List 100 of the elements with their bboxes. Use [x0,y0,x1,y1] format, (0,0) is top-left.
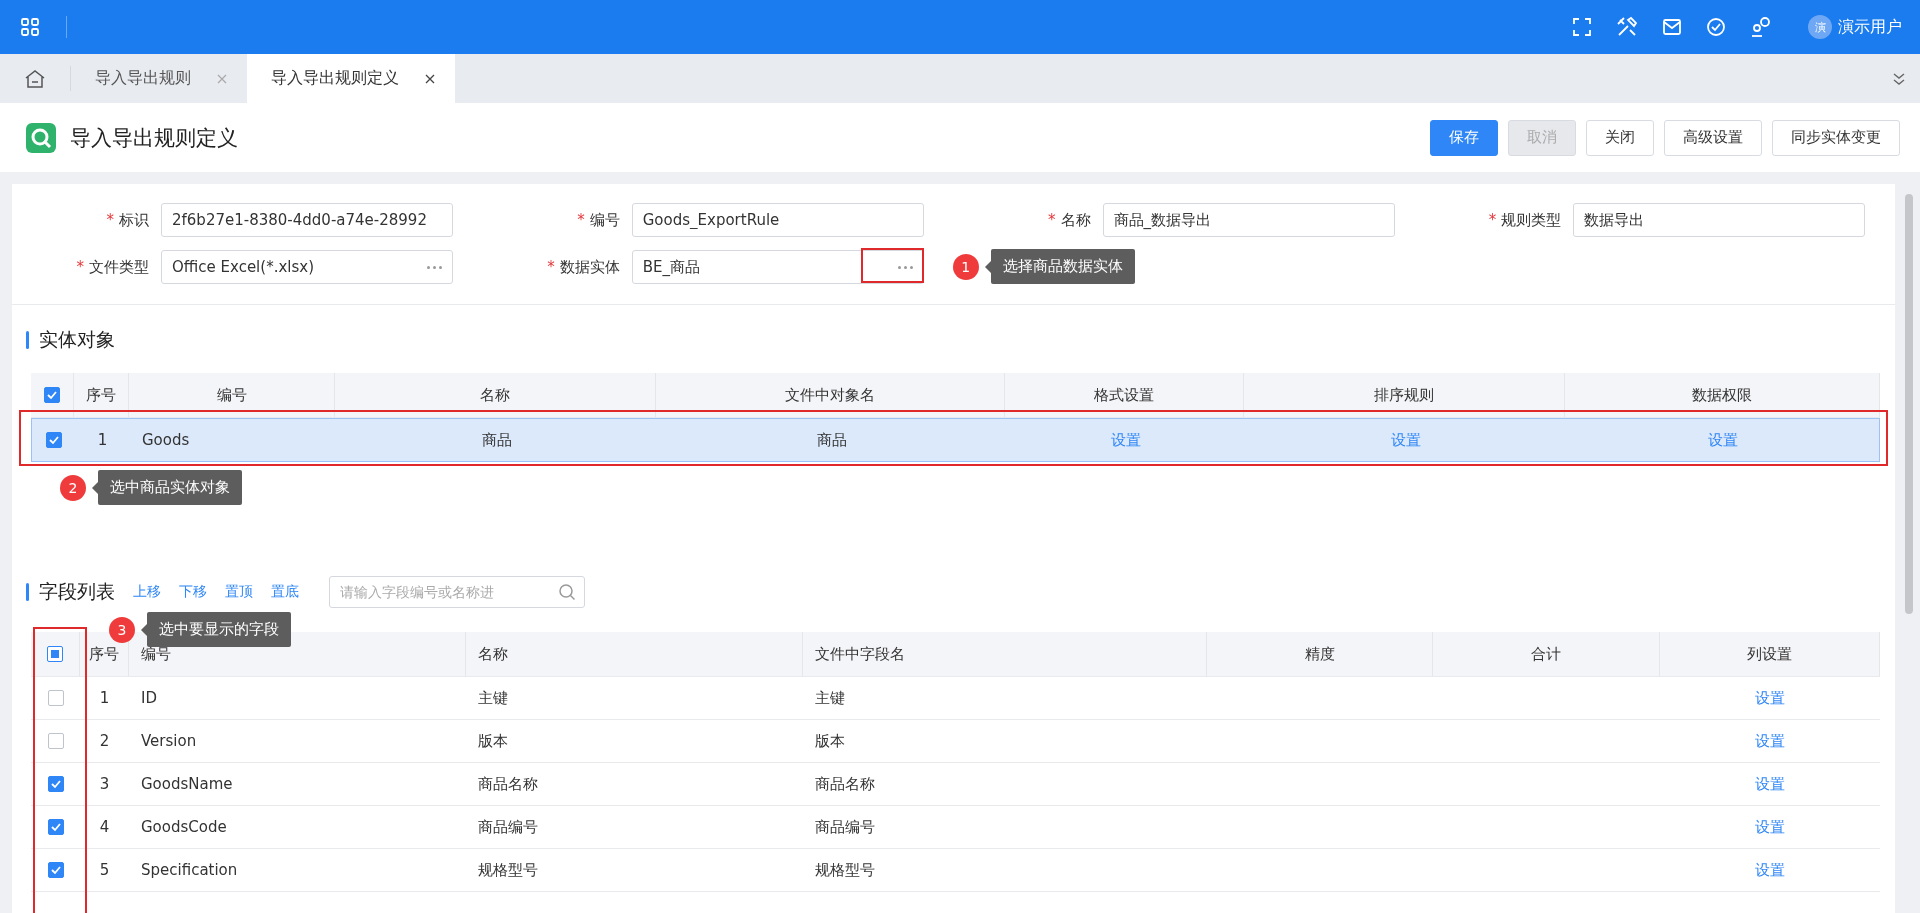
checkbox[interactable] [47,819,64,835]
settings-link[interactable]: 设置 [1755,817,1785,837]
section-marker [26,331,29,349]
table-cell-text: GoodsCode [140,817,228,838]
user-name[interactable]: 演示用户 [1838,16,1902,38]
checkbox[interactable] [44,387,60,403]
field-label: 标识 [119,210,149,230]
required-mark: * [1488,210,1497,230]
toolbar-button[interactable]: 高级设置 [1664,119,1762,156]
checkbox[interactable] [47,862,64,878]
table-cell-text: 商品 [815,429,848,451]
column-header: 文件中对象名 [656,373,1005,417]
input-field[interactable]: 2f6b27e1-8380-4dd0-a74e-28992 [161,203,453,237]
table-cell-text: Specification [140,860,239,881]
step-badge: 2 [60,474,86,501]
column-header: 精度 [1207,632,1433,676]
field-label: 规则类型 [1501,210,1562,230]
checkbox[interactable] [47,733,64,749]
input-field[interactable]: BE_商品 [631,250,924,284]
table-cell-text: 商品名称 [814,773,876,795]
tools-icon[interactable] [1616,16,1638,38]
required-mark: * [76,257,84,277]
settings-link[interactable]: 设置 [1755,860,1785,880]
page-title: 导入导出规则定义 [70,124,238,152]
table-cell-text: Goods [141,430,191,451]
table-cell-text: 3 [98,774,111,795]
checkbox[interactable] [47,776,64,792]
toolbar-link[interactable]: 上移 [133,583,161,601]
apps-icon[interactable] [20,17,40,37]
close-icon[interactable] [425,73,435,84]
column-header: 列设置 [1660,632,1880,676]
scrollbar[interactable] [1905,194,1913,614]
column-header: 编号 [129,373,335,417]
input-field[interactable]: Office Excel(*.xlsx) [161,250,453,284]
settings-link[interactable]: 设置 [1755,774,1785,794]
column-header: 序号 [74,373,129,417]
check-circle-icon[interactable] [1706,17,1726,37]
column-header: 名称 [335,373,656,417]
settings-link[interactable]: 设置 [1390,430,1421,450]
toolbar-button[interactable]: 同步实体变更 [1772,119,1900,156]
highlight-frame [860,248,924,283]
input-field[interactable]: Goods_ExportRule [631,203,924,237]
required-mark: * [577,210,585,230]
toolbar-link[interactable]: 下移 [179,583,207,601]
table-cell-text: 5 [98,860,111,881]
section-marker [26,583,29,601]
toolbar-link[interactable]: 置顶 [225,583,253,601]
table-cell-text: 2 [98,731,111,752]
table-row[interactable]: 1 Goods 商品 商品 设置 设置 设置 [31,418,1880,462]
required-mark: * [106,210,114,230]
column-header: 数据权限 [1565,373,1880,417]
search-icon[interactable] [558,583,576,601]
input-field[interactable]: 数据导出 [1573,203,1866,237]
fullscreen-icon[interactable] [1572,17,1592,37]
section-title: 字段列表 [39,579,115,604]
table-cell-text: Version [140,731,198,752]
table-cell-text: 版本 [477,730,509,752]
settings-link[interactable]: 设置 [1755,688,1785,708]
toolbar-button[interactable]: 保存 [1430,119,1498,156]
page-tab[interactable]: 导入导出规则 [71,54,247,103]
table-cell-text: ID [140,688,158,709]
checkbox[interactable] [47,646,63,662]
user-avatar[interactable]: 演 [1808,15,1832,39]
ellipsis-icon[interactable] [427,265,442,269]
table-cell-text: 4 [98,817,111,838]
settings-link[interactable]: 设置 [1707,430,1738,450]
column-header: 文件中字段名 [803,632,1207,676]
toolbar-link[interactable]: 置底 [271,583,299,601]
table-cell-text: 主键 [814,687,846,709]
settings-link[interactable]: 设置 [1110,430,1141,450]
table-cell-text: 1 [98,688,111,709]
table-cell-text: 商品编号 [477,816,539,838]
table-cell-text: 版本 [814,730,846,752]
callout-tooltip: 选择商品数据实体 [990,249,1135,284]
required-mark: * [547,257,555,277]
callout-tooltip: 选中商品实体对象 [98,470,242,505]
required-mark: * [1048,210,1056,230]
table-cell-text: 商品 [480,429,513,451]
table-cell-text: 规格型号 [814,859,876,881]
user-search-icon[interactable] [1750,16,1772,38]
column-header: 合计 [1433,632,1660,676]
section-title: 实体对象 [39,327,115,352]
table-cell-text: 规格型号 [477,859,539,881]
checkbox[interactable] [47,690,64,706]
table-cell-text: 商品名称 [477,773,539,795]
search-field[interactable]: 请输入字段编号或名称进 [329,576,585,608]
ellipsis-icon[interactable] [897,265,913,269]
table-cell-text: 主键 [477,687,509,709]
app-logo-icon [26,122,56,153]
table-cell-text: GoodsName [140,774,234,795]
double-chevron-icon[interactable] [1892,71,1906,86]
field-label: 名称 [1060,210,1091,230]
toolbar-button[interactable]: 关闭 [1586,119,1654,156]
input-field[interactable]: 商品_数据导出 [1102,203,1395,237]
table-cell-text: 1 [96,430,109,451]
settings-link[interactable]: 设置 [1755,731,1785,751]
field-label: 数据实体 [559,257,620,277]
mail-icon[interactable] [1662,18,1682,36]
page-tab[interactable]: 导入导出规则定义 [247,54,455,103]
checkbox[interactable] [45,432,62,448]
